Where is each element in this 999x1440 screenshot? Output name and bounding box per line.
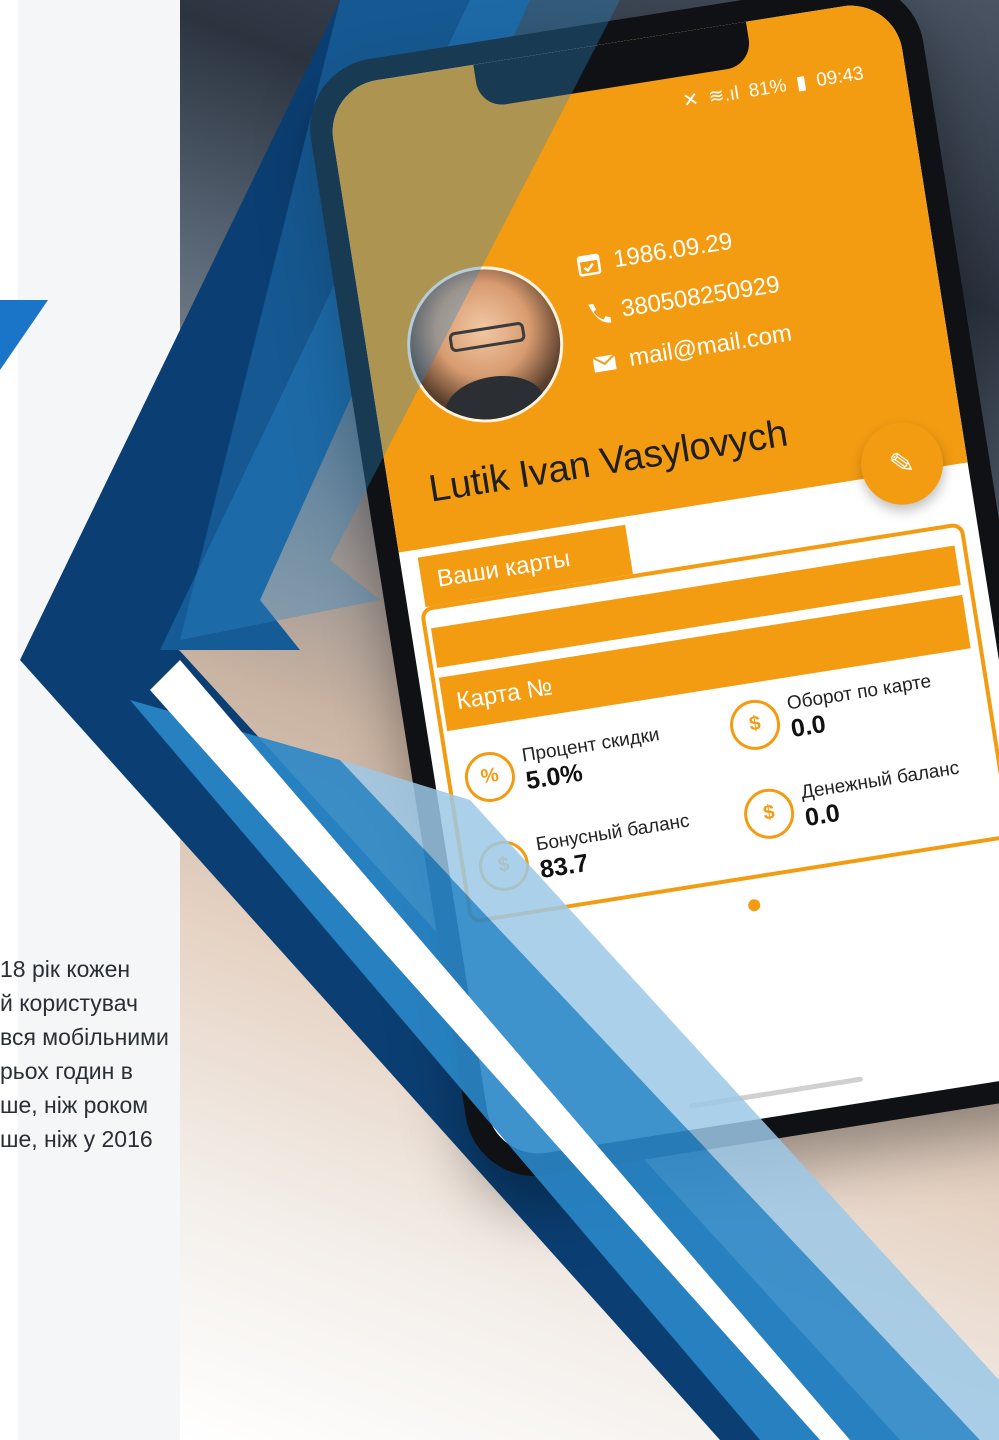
signal-icon: ≋.ıl <box>707 82 741 109</box>
birth-date: 1986.09.29 <box>611 227 735 274</box>
mail-icon <box>590 348 620 378</box>
carousel-page-indicator[interactable] <box>747 898 762 913</box>
home-indicator[interactable] <box>688 1076 864 1109</box>
edit-icon: ✎ <box>886 445 917 482</box>
percent-icon: % <box>461 747 519 806</box>
calendar-icon <box>574 249 604 279</box>
profile-info: 1986.09.29 380508250929 mail@mail.com <box>572 210 795 390</box>
dollar-icon: $ <box>740 784 798 842</box>
background: 18 рік кожен й користувач вся мобільними… <box>0 0 999 1440</box>
hand-coin-icon: $ <box>475 836 533 894</box>
mute-icon: ✕ <box>681 89 701 113</box>
phone-icon <box>582 299 612 329</box>
avatar-glasses <box>447 321 527 353</box>
exchange-icon: $ <box>726 695 784 753</box>
side-paragraph: 18 рік кожен й користувач вся мобільними… <box>0 956 169 1152</box>
battery-icon: ▮ <box>794 72 809 95</box>
